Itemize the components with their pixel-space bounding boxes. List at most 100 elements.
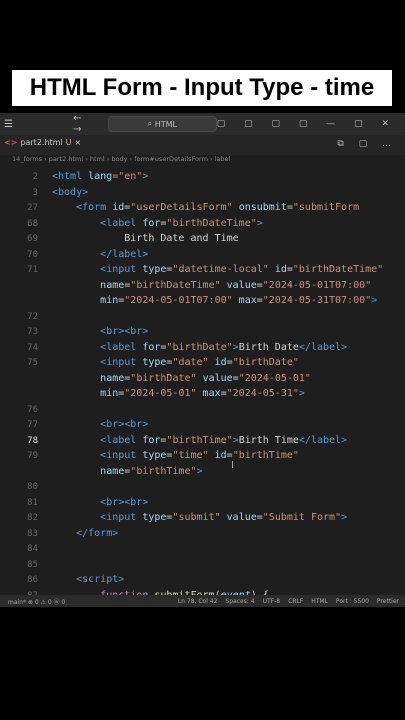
code-line[interactable]: 86 <script> [0, 572, 405, 588]
command-search[interactable]: ⌕ HTML [107, 116, 217, 132]
code-line[interactable]: 84 [0, 541, 405, 557]
line-number: 79 [27, 451, 38, 461]
breadcrumb-path: 14_forms › part2.html › html › body › fo… [12, 155, 231, 163]
tab-modified-badge: U [65, 138, 72, 147]
code-token: <label [100, 341, 143, 353]
status-port[interactable]: Port : 5500 [336, 598, 369, 605]
status-formatter[interactable]: Prettier [377, 598, 399, 605]
code-token: <input [100, 264, 143, 275]
code-token: "userDetailsForm" [130, 202, 233, 213]
code-token: value [202, 372, 233, 384]
code-token: id [112, 202, 125, 213]
window-controls[interactable]: ▢ ▢ ▢ ▢ — ▢ ✕ [217, 119, 397, 129]
nav-arrows[interactable]: ← → [73, 113, 98, 135]
code-line[interactable]: 83 </form> [0, 526, 405, 542]
status-spaces[interactable]: Spaces: 4 [225, 598, 254, 605]
code-line[interactable]: 85 [0, 557, 405, 573]
code-token: "submit" [172, 512, 221, 523]
code-text: <body> [52, 185, 88, 201]
code-line[interactable]: name="birthTime"> [0, 464, 405, 480]
line-number: 77 [27, 420, 38, 430]
code-token: id [214, 450, 227, 461]
tab-label: part2.html [20, 138, 63, 147]
code-text: <form id="userDetailsForm" onsubmit="sub… [52, 200, 359, 216]
code-token: <form [76, 202, 113, 213]
video-title: HTML Form - Input Type - time [29, 74, 375, 101]
code-token: "2024-05-01T07:00" [262, 279, 372, 291]
line-number: 76 [27, 404, 38, 415]
status-language[interactable]: HTML [311, 598, 328, 605]
code-token: "birthDateTime" [292, 264, 384, 275]
search-icon: ⌕ [147, 119, 155, 128]
code-token: ="en" [112, 171, 143, 182]
breadcrumb[interactable]: 14_forms › part2.html › html › body › fo… [0, 155, 405, 167]
code-token: id [274, 264, 287, 275]
code-token: > [341, 512, 348, 523]
code-line[interactable]: 76 [0, 402, 405, 418]
code-line[interactable]: name="birthDateTime" value="2024-05-01T0… [0, 278, 405, 294]
code-token: <html [52, 171, 89, 182]
code-line[interactable]: 68 <label for="birthDateTime"> [0, 216, 405, 232]
tab-part2-html[interactable]: <> part2.html U × [4, 138, 81, 147]
line-number: 2 [32, 172, 38, 182]
status-encoding[interactable]: UTF-8 [263, 598, 281, 605]
menu-icon[interactable]: ☰ [4, 119, 13, 130]
status-position[interactable]: Ln 78, Col 42 [178, 598, 218, 605]
code-line[interactable]: min="2024-05-01T07:00" max="2024-05-31T0… [0, 293, 405, 309]
code-token: "2024-05-01" [238, 372, 311, 384]
code-line[interactable]: 3 <body> [0, 185, 405, 201]
code-token: "birthTime" [166, 434, 233, 446]
code-line[interactable]: 70 </label> [0, 247, 405, 263]
code-line[interactable]: 75 <input type="date" id="birthDate" [0, 355, 405, 371]
line-number: 81 [27, 497, 38, 508]
code-line[interactable]: 69 Birth Date and Time [0, 231, 405, 247]
code-line[interactable]: 81 <br><br> [0, 495, 405, 511]
code-line[interactable]: 72 [0, 309, 405, 325]
line-number: 69 [27, 234, 38, 244]
status-eol[interactable]: CRLF [288, 598, 303, 605]
code-token: "birthTime" [130, 465, 197, 477]
code-token: <input [100, 450, 143, 461]
code-token: id [214, 357, 227, 368]
code-text: <label for="birthDateTime"> [52, 216, 263, 232]
code-line[interactable]: 78 <label for="birthTime">Birth Time</la… [0, 433, 405, 449]
code-line[interactable]: 74 <label for="birthDate">Birth Date</la… [0, 340, 405, 356]
code-token: "2024-05-01T07:00" [124, 295, 233, 306]
code-line[interactable]: 79 <input type="time" id="birthTime" [0, 448, 405, 464]
line-number: 68 [27, 218, 38, 229]
tab-close-icon[interactable]: × [75, 138, 82, 147]
editor-actions[interactable]: ⧉ ▢ … [337, 139, 397, 149]
code-line[interactable]: 80 [0, 479, 405, 495]
code-line[interactable]: min="2024-05-01" max="2024-05-31"> [0, 386, 405, 402]
code-text: <script> [52, 572, 124, 588]
code-token: "2024-05-31" [226, 388, 299, 399]
code-line[interactable]: name="birthDate" value="2024-05-01" [0, 371, 405, 387]
code-token: </label> [100, 248, 149, 260]
line-number: 78 [27, 435, 38, 446]
code-line[interactable]: 73 <br><br> [0, 324, 405, 340]
code-editor-window: ☰ ← → ⌕ HTML ▢ ▢ ▢ ▢ — ▢ ✕ <> part2.html… [0, 113, 405, 607]
line-number: 27 [27, 203, 38, 213]
code-token: <br><br> [100, 419, 149, 430]
code-line[interactable]: 71 <input type="datetime-local" id="birt… [0, 262, 405, 278]
line-number: 73 [27, 327, 38, 337]
code-line[interactable]: 77 <br><br> [0, 417, 405, 433]
status-branch[interactable]: main* ⊗ 0 ⚠ 0 ⓦ 0 [8, 597, 65, 606]
code-line[interactable]: 27 <form id="userDetailsForm" onsubmit="… [0, 200, 405, 216]
code-text: name="birthDateTime" value="2024-05-01T0… [52, 278, 371, 294]
video-title-banner: HTML Form - Input Type - time [12, 70, 392, 106]
line-number: 75 [27, 358, 38, 368]
code-text: <input type="submit" value="Submit Form"… [52, 510, 347, 526]
code-line[interactable]: 82 <input type="submit" value="Submit Fo… [0, 510, 405, 526]
code-text: min="2024-05-01T07:00" max="2024-05-31T0… [52, 293, 377, 309]
code-line[interactable]: 2 <html lang="en"> [0, 169, 405, 185]
code-token: Birth Date [238, 341, 299, 353]
code-token: for [142, 217, 161, 229]
